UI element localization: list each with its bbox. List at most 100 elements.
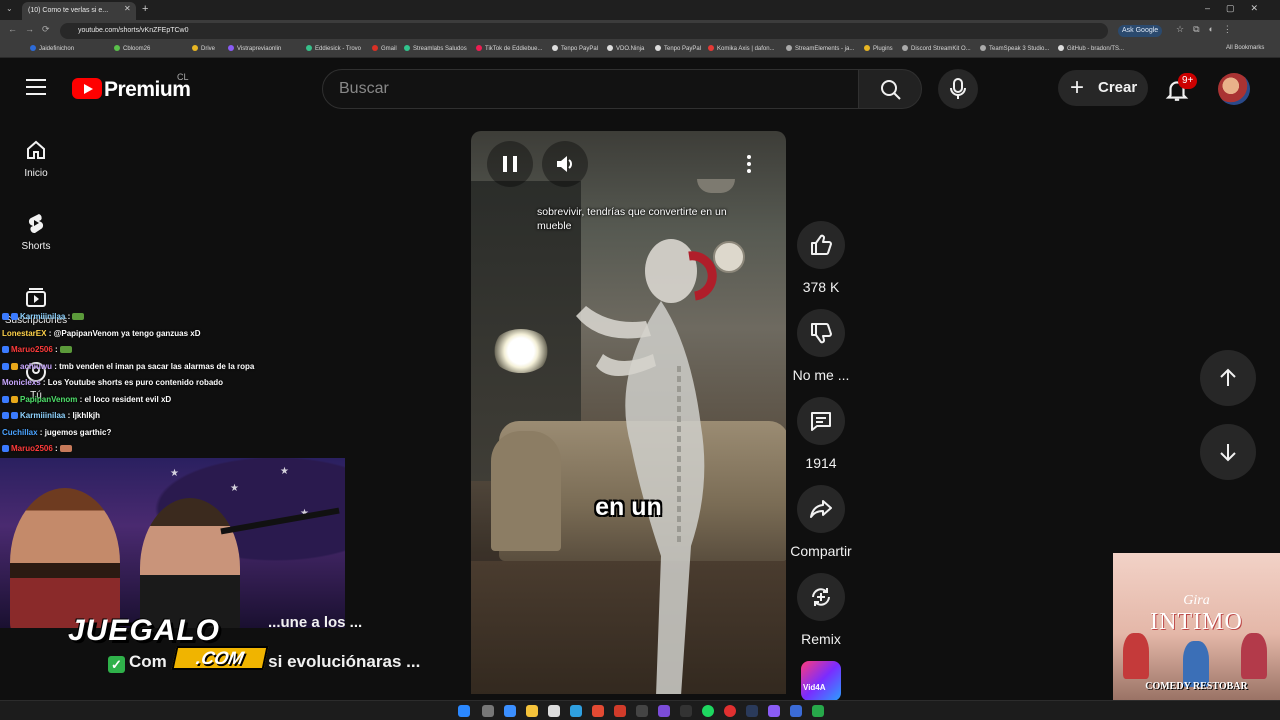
share-button[interactable]: Compartir xyxy=(790,485,852,559)
comments-button[interactable]: 1914 xyxy=(790,397,852,471)
brand-logo-text: JUEGALO xyxy=(68,614,221,647)
bookmark-item[interactable]: Gmail xyxy=(372,45,397,52)
star-decoration-icon: ★ xyxy=(170,468,179,479)
all-bookmarks[interactable]: All Bookmarks xyxy=(1226,45,1264,51)
bookmark-item[interactable]: VDO.Ninja xyxy=(607,45,644,52)
previous-short-button[interactable] xyxy=(1200,350,1256,406)
bookmark-item[interactable]: Streamlabs Saludos xyxy=(404,45,467,52)
home-icon xyxy=(27,140,45,159)
dislike-button[interactable]: No me ... xyxy=(790,309,852,383)
bookmark-item[interactable]: Drive xyxy=(192,45,215,52)
taskbar-app-icon[interactable] xyxy=(658,705,670,717)
chat-message: Moniclexs : Los Youtube shorts es puro c… xyxy=(2,378,224,387)
taskbar-app-icon[interactable] xyxy=(724,705,736,717)
more-vert-icon xyxy=(747,155,751,173)
like-circle xyxy=(797,221,845,269)
search-input[interactable] xyxy=(339,70,839,108)
bookmark-icon xyxy=(607,45,613,51)
subscriptions-icon xyxy=(26,288,46,307)
taskbar-app-icon[interactable] xyxy=(680,705,692,717)
window-controls[interactable]: –▢✕ xyxy=(1205,3,1274,14)
menu-icon[interactable] xyxy=(26,79,46,95)
badge-icon xyxy=(2,412,9,419)
xbox-icon[interactable] xyxy=(812,705,824,717)
ask-google-button[interactable]: Ask Google xyxy=(1118,25,1163,37)
taskbar-app-icon[interactable] xyxy=(790,705,802,717)
chat-username: Maruo2506 xyxy=(11,444,53,453)
next-short-button[interactable] xyxy=(1200,424,1256,480)
remix-button[interactable]: Remix xyxy=(790,573,852,647)
taskbar-app-icon[interactable] xyxy=(614,705,626,717)
comments-circle xyxy=(797,397,845,445)
pause-button[interactable] xyxy=(487,141,533,187)
tab-close-icon[interactable]: ✕ xyxy=(124,4,131,13)
volume-button[interactable] xyxy=(542,141,588,187)
youtube-header: Premium CL + Crear 9+ xyxy=(0,58,1280,120)
star-decoration-icon: ★ xyxy=(230,483,239,494)
spotify-icon[interactable] xyxy=(702,705,714,717)
bookmark-item[interactable]: Tenpo PayPal xyxy=(552,45,598,52)
browser-tab[interactable]: (10) Como te verlas si e... xyxy=(22,2,136,20)
voice-search-button[interactable] xyxy=(938,69,978,109)
poster-figure xyxy=(1241,633,1267,679)
chrome-icon[interactable] xyxy=(592,705,604,717)
bookmark-item[interactable]: GitHub - bradon/TS... xyxy=(1058,45,1124,52)
comment-icon xyxy=(811,412,831,431)
overlay-title-start: Com xyxy=(129,652,167,671)
new-tab-icon[interactable]: + xyxy=(142,3,148,15)
steam-icon[interactable] xyxy=(746,705,758,717)
folder-icon[interactable] xyxy=(526,705,538,717)
sidebar-item-inicio[interactable]: Inicio xyxy=(0,138,72,179)
chat-username: Maruo2506 xyxy=(11,345,53,354)
streamer-person xyxy=(10,488,120,628)
overlay-title-line-1: ...une a los ... xyxy=(268,614,363,631)
create-button[interactable]: + Crear xyxy=(1058,70,1148,106)
arrow-up-icon xyxy=(1220,368,1236,386)
badge-icon xyxy=(2,445,9,452)
create-label: Crear xyxy=(1098,79,1138,96)
channel-thumbnail[interactable]: Vid4A xyxy=(801,661,841,701)
more-options-button[interactable] xyxy=(726,141,772,187)
start-icon[interactable] xyxy=(458,705,470,717)
chat-text: el loco resident evil xD xyxy=(84,394,172,404)
avatar[interactable] xyxy=(1218,73,1250,105)
taskbar-app-icon[interactable] xyxy=(504,705,516,717)
bookmark-item[interactable]: TikTok de Eddiebue... xyxy=(476,45,542,52)
browser-toolbar-icons[interactable]: ☆⧉◐⋮ xyxy=(1176,24,1241,35)
taskbar-app-icon[interactable] xyxy=(636,705,648,717)
sidebar-item-shorts[interactable]: Shorts xyxy=(0,211,72,252)
chat-username: Karmiiinilaa xyxy=(20,312,66,321)
badge-icon xyxy=(11,313,18,320)
taskbar-app-icon[interactable] xyxy=(570,705,582,717)
share-label: Compartir xyxy=(790,543,852,559)
bookmark-item[interactable]: Komika Axis | dafon... xyxy=(708,45,775,52)
bookmark-item[interactable]: Plugins xyxy=(864,45,893,52)
bookmark-item[interactable]: Eddiesick - Trovo xyxy=(306,45,361,52)
browser-nav-icons[interactable]: ←→⟳ xyxy=(8,24,58,35)
bookmark-item[interactable]: Discord StreamKit O... xyxy=(902,45,971,52)
bookmark-icon xyxy=(30,45,36,51)
bookmark-item[interactable]: Tenpo PayPal xyxy=(655,45,701,52)
taskbar-app-icon[interactable] xyxy=(548,705,560,717)
emote-icon xyxy=(59,445,72,452)
search-box xyxy=(322,69,859,109)
url-field[interactable]: youtube.com/shorts/vKnZFEpTCw0 xyxy=(60,23,1108,39)
short-video-player[interactable]: sobrevivir, tendrías que convertirte en … xyxy=(471,131,786,694)
shorts-icon xyxy=(28,214,44,234)
bookmark-item[interactable]: Jaidefinichon xyxy=(30,45,74,52)
bookmark-item[interactable]: TeamSpeak 3 Studio... xyxy=(980,45,1049,52)
skeleton-figure xyxy=(576,239,717,694)
tab-search-icon[interactable]: ⌄ xyxy=(6,4,13,13)
taskbar-app-icon[interactable] xyxy=(482,705,494,717)
twitch-icon[interactable] xyxy=(768,705,780,717)
bookmark-item[interactable]: Vistrapreviaonlin xyxy=(228,45,281,52)
chat-username: Cuchillax xyxy=(2,427,38,437)
bookmark-item[interactable]: Cbloom26 xyxy=(114,45,150,52)
search-button[interactable] xyxy=(858,69,922,109)
badge-icon xyxy=(2,395,9,403)
overlay-title-end: s si evoluciónaras ... xyxy=(254,652,421,671)
bookmark-item[interactable]: StreamElements - ja... xyxy=(786,45,854,52)
like-button[interactable]: 378 K xyxy=(790,221,852,295)
bookmark-icon xyxy=(192,45,198,51)
badge-icon xyxy=(2,313,9,320)
